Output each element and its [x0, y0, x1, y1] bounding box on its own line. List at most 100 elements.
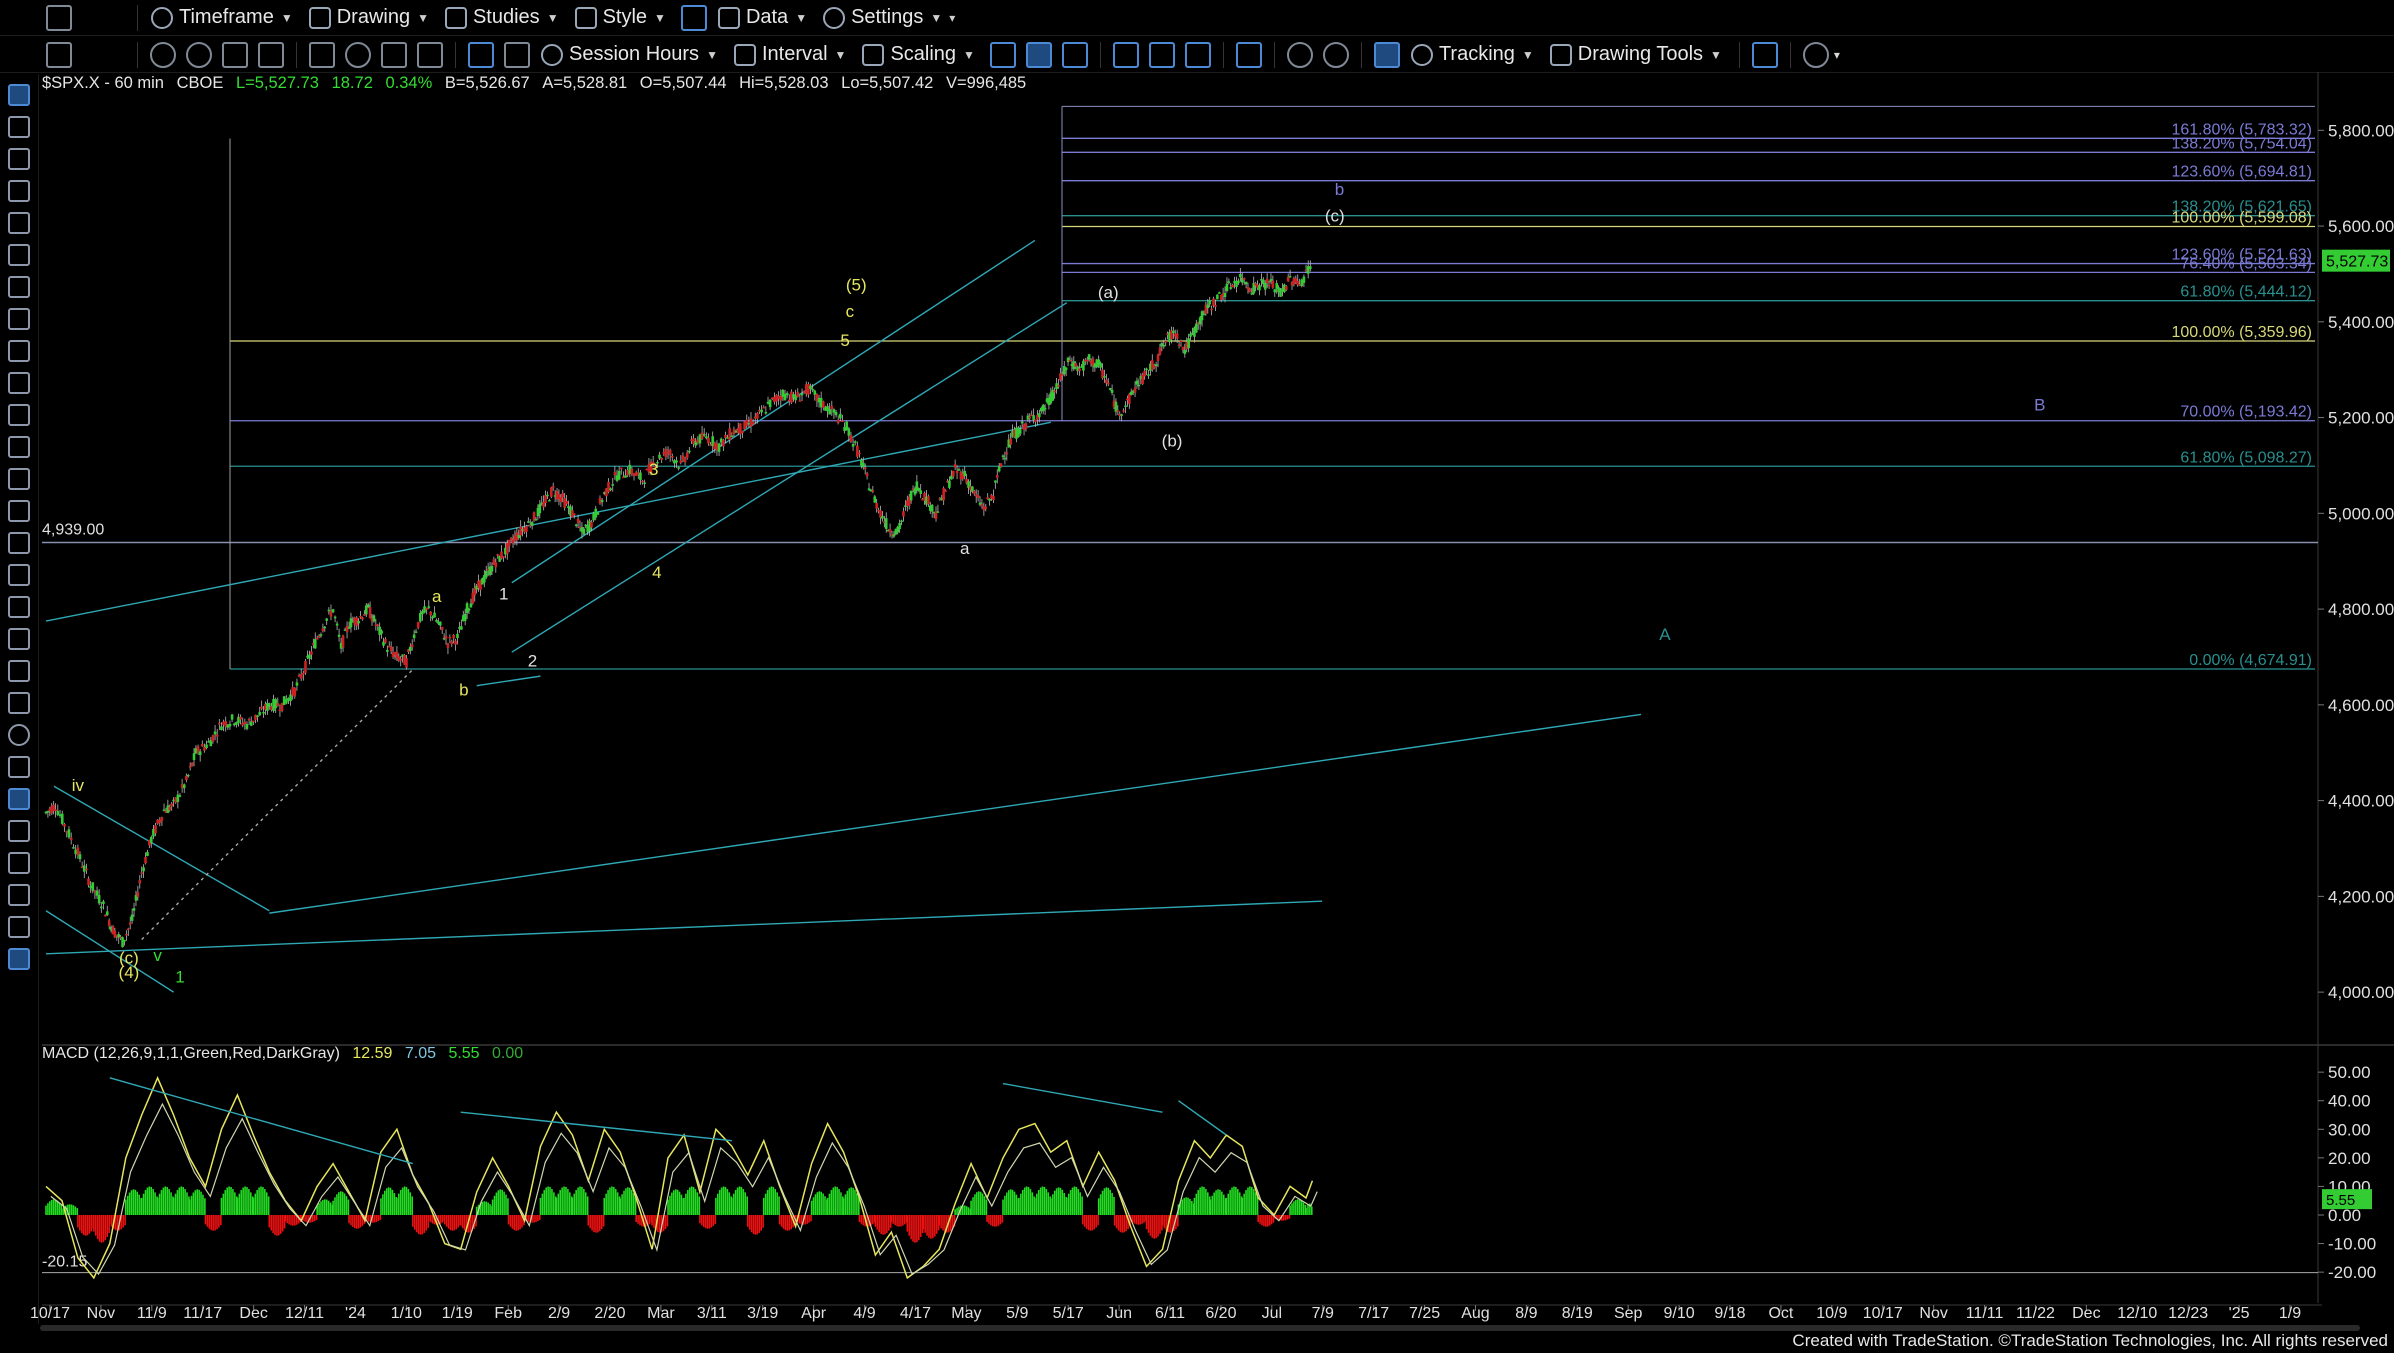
interval-menu[interactable]: Interval ▼ [728, 40, 852, 70]
candle-body [1283, 284, 1286, 292]
cycle-icon[interactable] [8, 532, 30, 554]
text-tool-icon[interactable] [8, 788, 30, 810]
crosshair-tool-icon[interactable] [8, 116, 30, 138]
wave-icon[interactable] [8, 596, 30, 618]
sync-icon[interactable] [1235, 41, 1262, 68]
offset-icon[interactable] [8, 884, 30, 906]
layout-icon[interactable] [258, 41, 284, 68]
drawing-tools-menu[interactable]: Drawing Tools ▼ [1544, 40, 1728, 70]
bar-style-icon[interactable] [989, 41, 1016, 68]
paint-icon[interactable] [8, 916, 30, 938]
scroll-right-icon[interactable] [1148, 41, 1175, 68]
candle-body [224, 721, 228, 727]
font-icon[interactable] [8, 948, 30, 970]
settings-menu[interactable]: Settings ▼ ▾ [817, 3, 961, 33]
save-icon[interactable] [381, 41, 407, 68]
timeframe-menu[interactable]: Timeframe ▼ [145, 3, 299, 33]
link-chart-icon[interactable] [680, 4, 707, 31]
chevron-down-icon[interactable]: ▾ [1834, 48, 1840, 62]
candle-body [1302, 276, 1306, 283]
wave-label: b [459, 680, 468, 699]
brush-icon[interactable] [8, 820, 30, 842]
trendline-icon[interactable] [8, 148, 30, 170]
bar-chart-icon [717, 6, 740, 29]
fibonacci-icon[interactable] [8, 372, 30, 394]
workspace-icon[interactable] [468, 41, 494, 68]
chat-icon[interactable] [1802, 41, 1829, 68]
reload-icon[interactable] [186, 41, 212, 68]
candle-body [675, 460, 678, 463]
candle-body [1279, 290, 1282, 297]
expand-icon[interactable] [1184, 41, 1211, 68]
vertical-line-icon[interactable] [8, 244, 30, 266]
candle-body [540, 502, 544, 505]
wrench-icon[interactable] [309, 41, 335, 68]
zoom-out-icon[interactable] [1322, 41, 1349, 68]
eraser-icon[interactable] [8, 852, 30, 874]
window-restore-icon[interactable] [46, 41, 72, 68]
arc-icon[interactable] [8, 628, 30, 650]
candle-body [515, 532, 519, 541]
candle-body [458, 627, 461, 629]
rectangle-icon[interactable] [8, 756, 30, 778]
regression-icon[interactable] [8, 340, 30, 362]
print-icon[interactable] [417, 41, 443, 68]
arrow-up-icon[interactable] [8, 692, 30, 714]
fib-extension-icon[interactable] [8, 404, 30, 426]
candle-body [807, 384, 810, 395]
trend-line [53, 785, 270, 912]
chevron-down-icon: ▼ [834, 47, 847, 62]
style-menu[interactable]: Style ▼ [569, 3, 672, 33]
scaling-menu[interactable]: Scaling ▼ [856, 40, 981, 70]
candle-body [1059, 373, 1062, 381]
gann-icon[interactable] [8, 308, 30, 330]
speed-lines-icon[interactable] [8, 500, 30, 522]
fib-time-icon[interactable] [8, 436, 30, 458]
candle-body [1221, 293, 1225, 297]
candle-body [1072, 361, 1076, 370]
scatter-icon[interactable] [8, 564, 30, 586]
grid-icon[interactable] [1373, 41, 1400, 68]
pointer-icon[interactable] [8, 84, 30, 106]
window-menu-icon[interactable] [46, 4, 72, 31]
macd-study-label[interactable]: MACD (12,26,9,1,1,Green,Red,DarkGray) 12… [42, 1045, 523, 1063]
price-chart[interactable]: 4,939.00 161.80% (5,783.32)138.20% (5,754… [0, 0, 2394, 1353]
candle-body [128, 922, 132, 925]
tracking-menu[interactable]: Tracking ▼ [1405, 40, 1540, 70]
price-tick-label: 5,000.00 [2328, 504, 2394, 523]
candle-body [372, 615, 376, 622]
candle-body [1118, 413, 1122, 417]
channel-icon[interactable] [8, 276, 30, 298]
zoom-in-icon[interactable] [1286, 41, 1313, 68]
ray-icon[interactable] [8, 180, 30, 202]
candle-body [1231, 284, 1234, 288]
drawing-menu[interactable]: Drawing ▼ [303, 3, 435, 33]
candle-body [1112, 400, 1116, 408]
globe-icon[interactable] [345, 41, 371, 68]
horizontal-line-icon[interactable] [8, 212, 30, 234]
hollow-candle-icon[interactable] [1061, 41, 1088, 68]
ellipse-icon[interactable] [8, 724, 30, 746]
candle-body [205, 744, 208, 748]
candle-body [994, 480, 997, 483]
candle-body [60, 813, 64, 824]
candle-body [800, 393, 804, 396]
wave-label: 4 [652, 563, 661, 582]
scroll-left-icon[interactable] [1112, 41, 1139, 68]
refresh-icon[interactable] [150, 41, 176, 68]
candle-body [768, 399, 772, 408]
analysis-icon[interactable] [504, 41, 530, 68]
andrews-pitchfork-icon[interactable] [8, 468, 30, 490]
document-icon[interactable] [222, 41, 248, 68]
session-hours-menu[interactable]: Session Hours ▼ [535, 40, 724, 70]
chevron-down-icon[interactable]: ▾ [949, 11, 955, 25]
arrow-down-icon[interactable] [8, 660, 30, 682]
candle-body [953, 464, 957, 468]
data-menu[interactable]: Data ▼ [712, 3, 813, 33]
candlestick-icon[interactable] [1025, 41, 1052, 68]
export-icon[interactable] [1751, 41, 1778, 68]
studies-menu[interactable]: Studies ▼ [439, 3, 565, 33]
candle-body [580, 527, 584, 532]
history-icon [541, 43, 563, 66]
candle-body [213, 731, 217, 735]
